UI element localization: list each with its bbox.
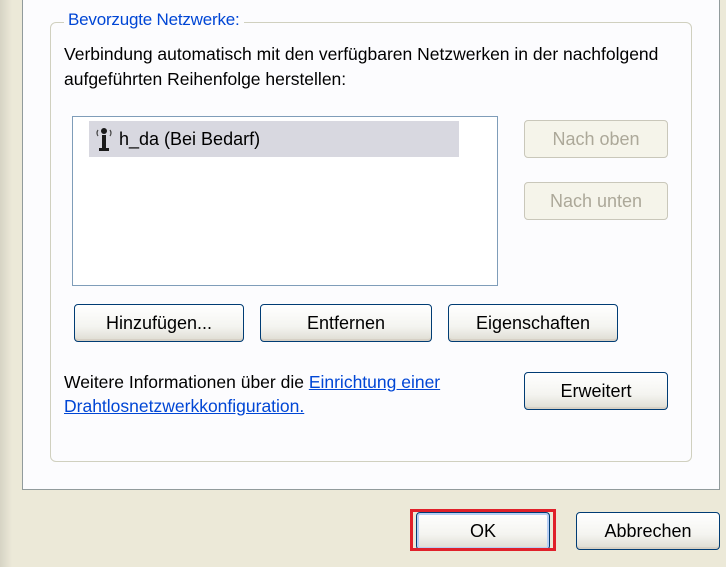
list-item[interactable]: h_da (Bei Bedarf) — [89, 121, 459, 157]
info-text: Weitere Informationen über die Einrichtu… — [64, 370, 514, 418]
advanced-button[interactable]: Erweitert — [524, 372, 668, 410]
dialog-left-edge — [0, 0, 12, 567]
wireless-network-icon — [96, 128, 112, 151]
remove-network-button[interactable]: Entfernen — [260, 304, 432, 342]
preferred-networks-legend: Bevorzugte Netzwerke: — [64, 10, 244, 30]
preferred-networks-description: Verbindung automatisch mit den verfügbar… — [64, 44, 659, 89]
wireless-properties-dialog: Bevorzugte Netzwerke: Verbindung automat… — [0, 0, 726, 567]
network-properties-button[interactable]: Eigenschaften — [448, 304, 618, 342]
preferred-networks-list[interactable]: h_da (Bei Bedarf) — [72, 116, 498, 286]
network-name-label: h_da (Bei Bedarf) — [119, 128, 261, 149]
info-text-prefix: Weitere Informationen über die — [64, 372, 309, 392]
add-network-button[interactable]: Hinzufügen... — [74, 304, 244, 342]
move-up-button[interactable]: Nach oben — [524, 120, 668, 158]
cancel-button[interactable]: Abbrechen — [576, 512, 720, 550]
ok-button-highlight — [410, 509, 556, 551]
move-down-button[interactable]: Nach unten — [524, 182, 668, 220]
